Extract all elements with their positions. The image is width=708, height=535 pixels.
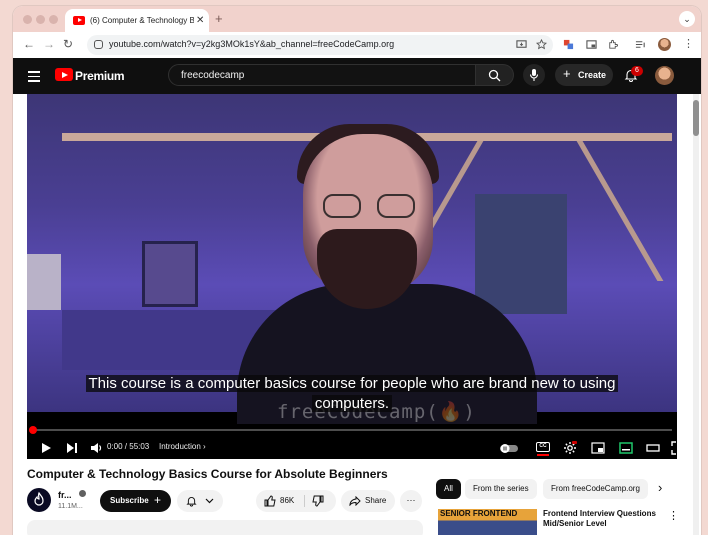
active-tab[interactable]: (6) Computer & Technology B ✕ [65, 9, 209, 32]
autoplay-toggle-icon[interactable] [499, 441, 519, 455]
scene-brace [576, 141, 664, 281]
notification-count-badge: 6 [631, 66, 643, 76]
youtube-header: Premium freecodecamp + Create 6 [13, 58, 701, 94]
settings-icon[interactable] [563, 441, 577, 455]
extensions-icon[interactable] [607, 39, 618, 50]
recommendation-thumbnail[interactable]: SENIOR FRONTEND [438, 509, 537, 535]
window-zoom-button[interactable] [49, 15, 58, 24]
subtitle-line-1: This course is a computer basics course … [85, 375, 619, 392]
subscribe-label: Subscribe [110, 496, 149, 505]
fullscreen-icon[interactable] [671, 441, 677, 455]
scene-picture-frame [142, 241, 198, 307]
volume-icon[interactable] [89, 441, 103, 455]
window-close-button[interactable] [23, 15, 32, 24]
time-display: 0:00 / 55:03 [107, 442, 150, 451]
install-app-icon[interactable] [516, 39, 527, 50]
video-title: Computer & Technology Basics Course for … [27, 467, 388, 481]
new-tab-button[interactable]: + [215, 11, 223, 26]
progress-bar[interactable] [29, 426, 672, 434]
share-icon [349, 496, 361, 506]
forward-button[interactable]: → [43, 37, 55, 51]
flame-icon [34, 491, 44, 506]
miniplayer-icon[interactable] [591, 441, 605, 455]
cast-icon[interactable] [586, 39, 597, 50]
chip-all[interactable]: All [436, 479, 461, 499]
more-actions-button[interactable]: ··· [400, 490, 422, 512]
plus-icon: + [154, 493, 162, 507]
chevron-down-icon [205, 498, 214, 504]
back-button[interactable]: ← [23, 37, 35, 51]
scrubber-handle[interactable] [29, 426, 37, 434]
recommendation-menu-icon[interactable]: ⋮ [668, 509, 679, 522]
share-label: Share [365, 496, 387, 505]
menu-icon[interactable] [28, 71, 40, 82]
subtitle-display-icon[interactable] [619, 441, 633, 455]
dislike-icon[interactable] [312, 495, 324, 507]
youtube-logo-icon[interactable] [55, 68, 73, 81]
like-icon[interactable] [264, 495, 276, 507]
search-button[interactable] [476, 64, 514, 86]
like-dislike-group: 86K [256, 490, 336, 512]
subscriber-count: 11.1M... [58, 503, 83, 510]
chip-from-series[interactable]: From the series [465, 479, 537, 499]
bell-icon [186, 497, 197, 507]
video-player[interactable]: freeCodeCamp(🔥) This course is a compute… [27, 94, 677, 459]
subscribe-button[interactable]: Subscribe + [100, 490, 171, 512]
chip-from-freecodecamp[interactable]: From freeCodeCamp.org [543, 479, 648, 499]
create-button[interactable]: + Create [555, 64, 613, 86]
pill-divider [304, 495, 305, 507]
tab-title: (6) Computer & Technology B [90, 16, 194, 25]
presenter-glasses [323, 194, 415, 218]
url-text[interactable]: youtube.com/watch?v=y2kg3MOk1sY&ab_chann… [109, 39, 394, 49]
plus-icon: + [563, 66, 571, 81]
search-query[interactable]: freecodecamp [181, 70, 244, 81]
channel-name[interactable]: fr... [58, 490, 72, 500]
profile-avatar[interactable] [658, 38, 671, 51]
site-info-icon[interactable] [94, 40, 103, 49]
browser-menu-icon[interactable]: ⋮ [683, 37, 694, 50]
subtitle-overlay: This course is a computer basics course … [27, 374, 677, 414]
next-icon[interactable] [65, 441, 79, 455]
youtube-premium-wordmark[interactable]: Premium [75, 69, 125, 83]
thumbnail-text: SENIOR FRONTEND [440, 509, 518, 518]
scene-drawers [475, 194, 567, 314]
verified-icon [79, 490, 86, 497]
search-input[interactable]: freecodecamp [168, 64, 476, 86]
notification-bell-button[interactable] [177, 490, 223, 512]
play-icon[interactable] [39, 441, 53, 455]
reading-list-icon[interactable] [635, 39, 646, 50]
tab-strip: (6) Computer & Technology B ✕ + ⌄ [13, 6, 701, 32]
search-icon [488, 69, 501, 82]
browser-window: (6) Computer & Technology B ✕ + ⌄ ← → ↻ … [13, 6, 701, 535]
subtitle-line-2: computers. [311, 395, 393, 412]
like-count[interactable]: 86K [280, 496, 294, 505]
create-label: Create [578, 70, 607, 80]
player-controls: 0:00 / 55:03 Introduction › CC [27, 437, 677, 459]
recommendation-title[interactable]: Frontend Interview Questions Mid/Senior … [543, 509, 663, 529]
channel-avatar[interactable] [27, 488, 51, 512]
reload-button[interactable]: ↻ [63, 37, 73, 51]
account-avatar[interactable] [655, 66, 674, 85]
mic-icon [529, 69, 539, 81]
address-bar[interactable]: youtube.com/watch?v=y2kg3MOk1sY&ab_chann… [87, 35, 553, 55]
browser-toolbar: ← → ↻ youtube.com/watch?v=y2kg3MOk1sY&ab… [13, 32, 701, 58]
chips-next-button[interactable]: › [658, 480, 662, 495]
voice-search-button[interactable] [523, 64, 545, 86]
theater-icon[interactable] [646, 441, 660, 455]
video-frame[interactable] [27, 94, 677, 424]
captions-button[interactable]: CC [536, 442, 550, 456]
chapter-button[interactable]: Introduction › [159, 442, 206, 451]
share-button[interactable]: Share [341, 490, 395, 512]
tab-close-icon[interactable]: ✕ [196, 15, 204, 26]
page-scrollbar[interactable] [693, 94, 699, 535]
scene-play-button-award [27, 254, 61, 310]
more-icon: ··· [406, 495, 416, 505]
extension-badge-icon[interactable] [563, 39, 574, 50]
youtube-favicon-icon [73, 16, 85, 25]
bookmark-star-icon[interactable] [536, 39, 547, 50]
description-box[interactable] [27, 520, 423, 535]
scrollbar-thumb[interactable] [693, 100, 699, 136]
tab-search-button[interactable]: ⌄ [679, 11, 695, 27]
window-minimize-button[interactable] [36, 15, 45, 24]
